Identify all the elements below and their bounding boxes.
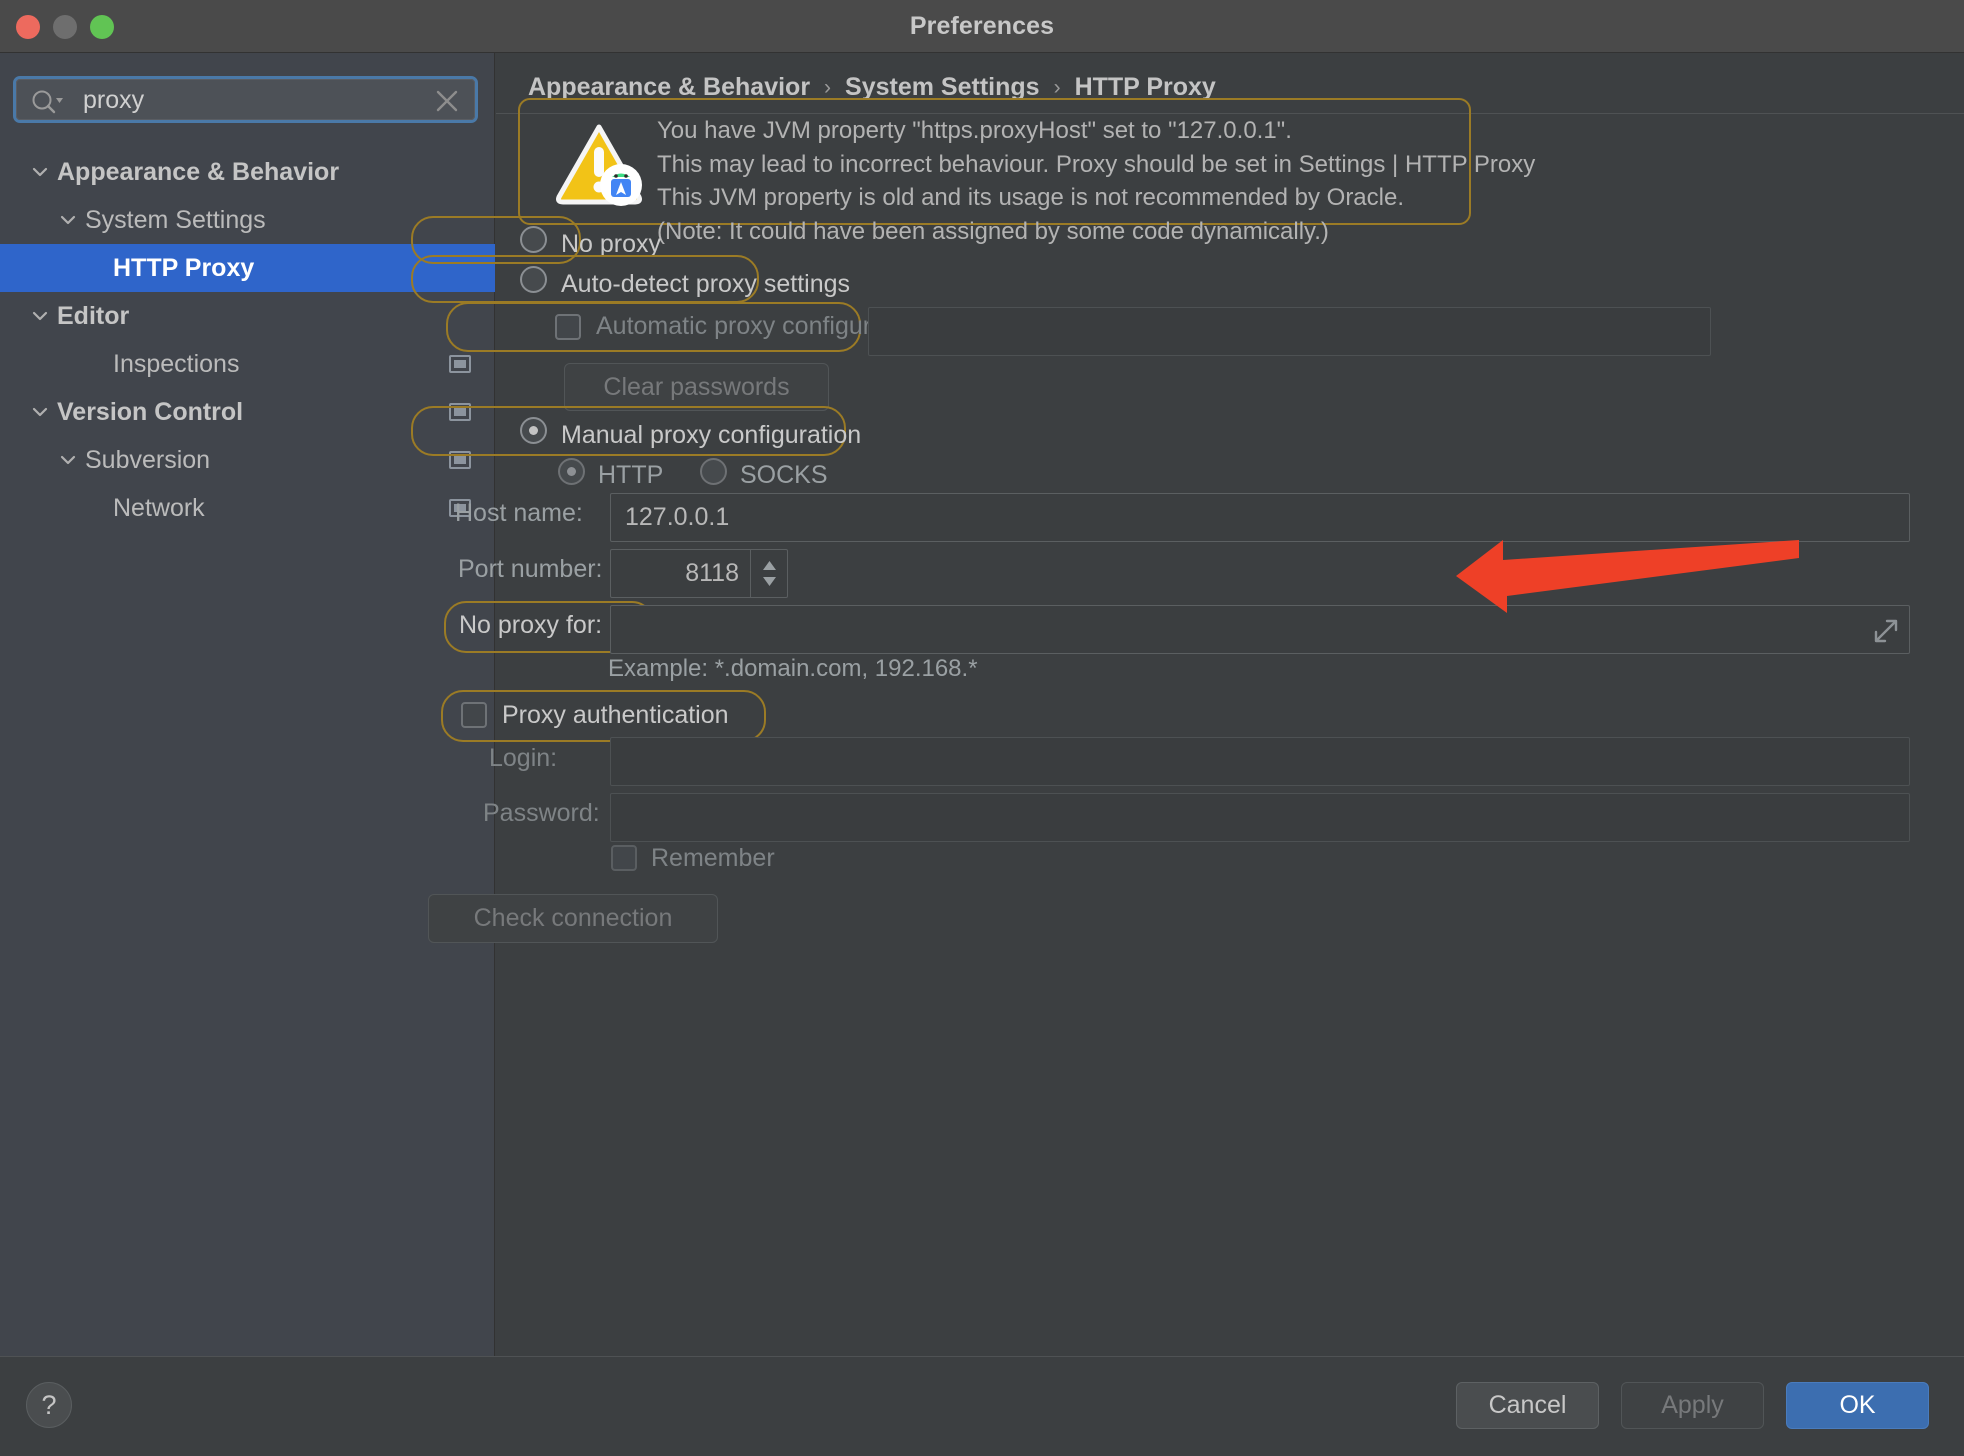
apply-button-label: Apply [1661,1391,1724,1420]
sidebar-item-label: Network [113,494,205,523]
spinner-arrows-icon[interactable] [750,550,787,597]
port-number-value: 8118 [611,550,739,597]
password-label: Password: [483,799,600,828]
login-input[interactable] [610,737,1910,786]
check-connection-button: Check connection [428,894,718,943]
automatic-proxy-config-url-input[interactable] [868,307,1711,356]
manual-proxy-configuration-label[interactable]: Manual proxy configuration [561,421,861,450]
protocol-http-label[interactable]: HTTP [598,461,663,490]
search-field-focus-ring: proxy [13,76,478,123]
proxy-authentication-checkbox[interactable] [461,702,487,728]
settings-content-pane: Appearance & Behavior › System Settings … [496,53,1964,1356]
sidebar-item-appearance-and-behavior[interactable]: Appearance & Behavior [0,148,495,196]
chevron-down-icon[interactable] [30,162,50,182]
no-proxy-label[interactable]: No proxy [561,230,661,259]
password-field[interactable] [610,793,1910,842]
host-name-label: Host name: [455,499,583,528]
protocol-http-radio[interactable] [558,458,585,485]
check-connection-label: Check connection [474,904,673,933]
sidebar-item-editor[interactable]: Editor [0,292,495,340]
automatic-proxy-config-url-checkbox[interactable] [555,314,581,340]
sidebar-item-network[interactable]: Network [0,484,495,532]
ok-button[interactable]: OK [1786,1382,1929,1429]
sidebar-item-label: Version Control [57,398,243,427]
no-proxy-for-input[interactable] [610,605,1910,654]
host-name-input[interactable]: 127.0.0.1 [610,493,1910,542]
warning-line-1: You have JVM property "https.proxyHost" … [657,114,1535,148]
sidebar-item-system-settings[interactable]: System Settings [0,196,495,244]
warning-message: You have JVM property "https.proxyHost" … [657,114,1535,248]
login-label: Login: [489,744,557,773]
sidebar-item-label: System Settings [85,206,266,235]
sidebar-item-subversion[interactable]: Subversion [0,436,495,484]
sidebar-item-label: Subversion [85,446,210,475]
proxy-authentication-label[interactable]: Proxy authentication [502,701,729,730]
panel-icon [449,355,471,373]
sidebar-item-http-proxy[interactable]: HTTP Proxy [0,244,495,292]
help-icon: ? [41,1390,56,1421]
cancel-button[interactable]: Cancel [1456,1382,1599,1429]
chevron-right-icon: › [824,76,831,100]
close-icon[interactable] [434,88,460,114]
sidebar-item-label: Editor [57,302,129,331]
search-icon[interactable] [30,89,64,115]
expand-icon[interactable] [1873,618,1899,644]
preferences-window: Preferences proxy [0,0,1964,1456]
warning-triangle-icon [555,119,643,207]
chevron-down-icon[interactable] [58,450,78,470]
port-number-input[interactable]: 8118 [610,549,788,598]
clear-passwords-label: Clear passwords [603,373,789,402]
ok-button-label: OK [1839,1391,1875,1420]
no-proxy-radio[interactable] [520,226,547,253]
warning-line-3: This JVM property is old and its usage i… [657,181,1535,215]
auto-detect-proxy-radio[interactable] [520,266,547,293]
remember-checkbox[interactable] [611,845,637,871]
search-input-value: proxy [83,80,144,121]
sidebar-item-label: HTTP Proxy [113,254,254,283]
no-proxy-for-label: No proxy for: [459,611,602,640]
warning-line-4: (Note: It could have been assigned by so… [657,215,1535,249]
auto-detect-proxy-label[interactable]: Auto-detect proxy settings [561,270,850,299]
search-input[interactable]: proxy [16,79,475,120]
example-hint: Example: *.domain.com, 192.168.* [608,655,978,683]
protocol-socks-radio[interactable] [700,458,727,485]
chevron-right-icon: › [1054,76,1061,100]
settings-tree: Appearance & Behavior System Settings HT… [0,148,495,532]
window-titlebar: Preferences [0,0,1964,53]
cancel-button-label: Cancel [1489,1391,1567,1420]
chevron-down-icon[interactable] [30,402,50,422]
chevron-down-icon[interactable] [58,210,78,230]
remember-label: Remember [651,844,775,873]
protocol-socks-label[interactable]: SOCKS [740,461,828,490]
apply-button: Apply [1621,1382,1764,1429]
android-studio-icon [600,164,642,206]
panel-icon [449,403,471,421]
warning-line-2: This may lead to incorrect behaviour. Pr… [657,148,1535,182]
host-name-value: 127.0.0.1 [625,494,729,541]
sidebar-item-label: Appearance & Behavior [57,158,339,187]
panel-icon [449,451,471,469]
port-number-label: Port number: [458,555,603,584]
settings-sidebar: proxy Appearance & Behavior Sys [0,53,495,1356]
window-title: Preferences [0,0,1964,52]
chevron-down-icon[interactable] [30,306,50,326]
sidebar-item-inspections[interactable]: Inspections [0,340,495,388]
help-button[interactable]: ? [26,1382,72,1428]
jvm-property-warning-panel: You have JVM property "https.proxyHost" … [518,98,1471,225]
sidebar-item-label: Inspections [113,350,239,379]
manual-proxy-configuration-radio[interactable] [520,417,547,444]
sidebar-item-version-control[interactable]: Version Control [0,388,495,436]
clear-passwords-button: Clear passwords [564,363,829,411]
